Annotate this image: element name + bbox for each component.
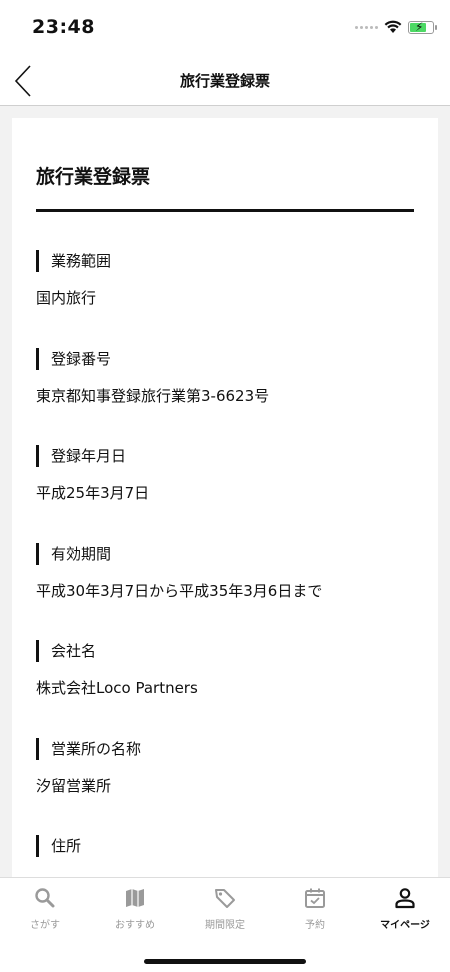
- tab-label: さがす: [30, 920, 60, 931]
- section-address: 住所: [36, 835, 416, 878]
- signal-icon: [355, 25, 378, 29]
- section-value: 平成25年3月7日: [36, 484, 150, 502]
- tab-limited-time[interactable]: 期間限定: [180, 886, 270, 931]
- map-icon: [126, 889, 144, 907]
- section-company-name: 会社名 株式会社Loco Partners: [36, 640, 416, 738]
- section-value: 株式会社Loco Partners: [36, 679, 198, 697]
- section-value: 東京都知事登録旅行業第3-6623号: [36, 386, 270, 405]
- section-office-name: 営業所の名称 汐留営業所: [36, 737, 416, 836]
- tab-search[interactable]: さがす: [0, 886, 90, 931]
- section-value: 国内旅行: [36, 289, 97, 307]
- navigation-bar: 旅行業登録票: [0, 56, 450, 106]
- section-label: 業務範囲: [36, 250, 416, 272]
- registration-card: 旅行業登録票 業務範囲 国内旅行 登録番号 東京都知事登録旅行業第3-6623号…: [12, 118, 438, 878]
- section-label: 有効期間: [36, 542, 416, 565]
- tab-label: 期間限定: [205, 920, 245, 931]
- nav-title: 旅行業登録票: [179, 72, 270, 90]
- section-valid-period: 有効期間 平成30年3月7日から平成35年3月6日まで: [36, 542, 416, 641]
- tab-bar: さがす おすすめ 期間限定 予約 マイページ: [0, 877, 450, 972]
- status-icons: ⚡: [355, 20, 437, 34]
- registration-sections: 業務範囲 国内旅行 登録番号 東京都知事登録旅行業第3-6623号 登録年月日 …: [36, 250, 416, 878]
- person-icon: [395, 888, 415, 909]
- tab-my-page[interactable]: マイページ: [360, 886, 450, 931]
- section-business-scope: 業務範囲 国内旅行: [36, 250, 416, 348]
- home-indicator: [144, 959, 306, 964]
- page-title: 旅行業登録票: [36, 166, 151, 188]
- tag-icon: [215, 889, 235, 908]
- tab-recommended[interactable]: おすすめ: [90, 886, 180, 931]
- tab-reservation[interactable]: 予約: [270, 886, 360, 931]
- section-value: 汐留営業所: [36, 776, 112, 795]
- battery-icon: ⚡: [408, 20, 437, 34]
- tab-label: マイページ: [380, 920, 430, 931]
- status-bar: 23:48 ⚡: [0, 0, 450, 56]
- search-icon: [35, 888, 55, 908]
- calendar-check-icon: [305, 888, 325, 908]
- section-registration-date: 登録年月日 平成25年3月7日: [36, 445, 416, 543]
- section-label: 会社名: [36, 640, 416, 662]
- section-label: 登録番号: [36, 347, 416, 370]
- section-label: 営業所の名称: [36, 737, 416, 760]
- section-value: 平成30年3月7日から平成35年3月6日まで: [36, 581, 323, 600]
- title-divider: [36, 209, 414, 212]
- status-time: 23:48: [32, 16, 95, 38]
- tab-label: 予約: [305, 920, 325, 931]
- section-registration-number: 登録番号 東京都知事登録旅行業第3-6623号: [36, 347, 416, 446]
- wifi-icon: [384, 20, 402, 33]
- section-label: 住所: [36, 835, 416, 857]
- section-label: 登録年月日: [36, 445, 416, 467]
- tab-label: おすすめ: [115, 920, 155, 931]
